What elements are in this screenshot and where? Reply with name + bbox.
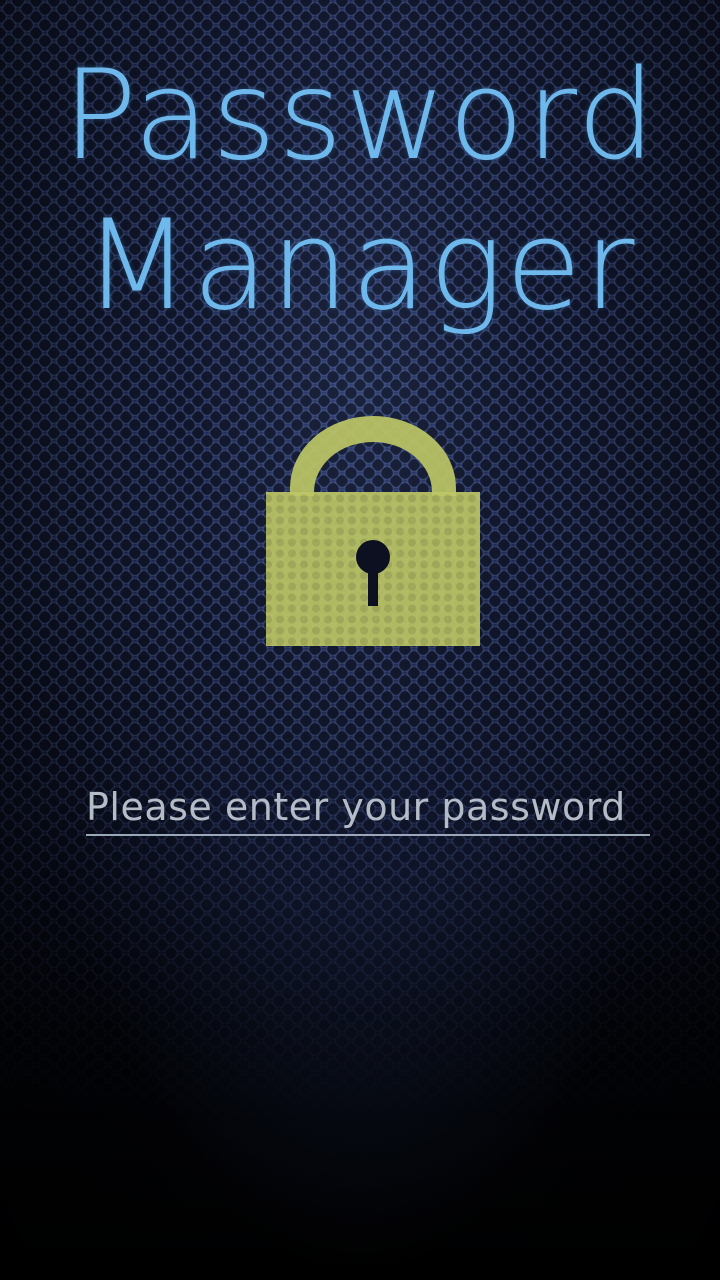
app-title-line-2: Manager <box>83 194 637 338</box>
login-screen: Password Manager <box>0 0 720 1280</box>
app-title-line-1: Password <box>62 44 658 188</box>
padlock-icon <box>266 416 480 646</box>
password-input[interactable] <box>86 780 650 836</box>
